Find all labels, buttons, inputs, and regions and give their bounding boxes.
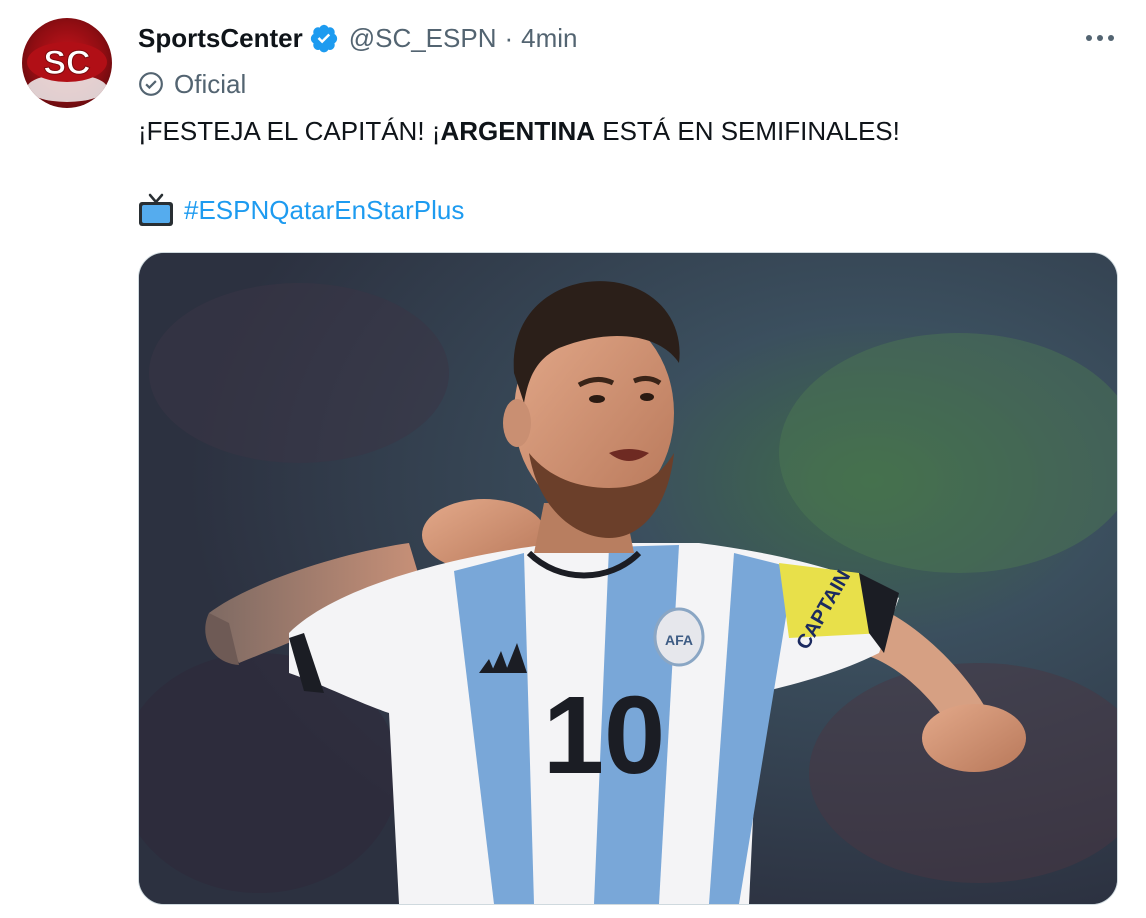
separator-dot: · bbox=[504, 23, 514, 53]
television-icon bbox=[139, 193, 173, 226]
sportscenter-logo: SC bbox=[27, 42, 107, 102]
photo-player-celebrating: CAPTAIN AFA 10 bbox=[139, 253, 1117, 904]
more-dots-icon bbox=[1086, 35, 1114, 41]
tweet-media-photo[interactable]: CAPTAIN AFA 10 bbox=[138, 252, 1118, 905]
svg-text:AFA: AFA bbox=[665, 632, 693, 648]
official-label: Oficial bbox=[174, 68, 247, 99]
author-avatar[interactable]: SC bbox=[22, 18, 112, 108]
author-handle[interactable]: @SC_ESPN bbox=[349, 20, 497, 56]
tweet-text-part1: ¡FESTEJA EL CAPITÁN! ¡ bbox=[138, 116, 441, 146]
tweet-text-bold: ARGENTINA bbox=[440, 116, 595, 146]
tweet-header: SportsCenter @SC_ESPN · 4min bbox=[138, 18, 1146, 58]
tweet-text: ¡FESTEJA EL CAPITÁN! ¡ARGENTINA ESTÁ EN … bbox=[138, 110, 1106, 152]
official-label-row: Oficial bbox=[138, 64, 246, 104]
more-options-button[interactable] bbox=[1082, 22, 1118, 54]
verified-badge-icon bbox=[310, 24, 337, 53]
tweet-text-part2: ESTÁ EN SEMIFINALES! bbox=[595, 116, 900, 146]
tweet-timestamp[interactable]: 4min bbox=[521, 20, 577, 56]
author-name[interactable]: SportsCenter bbox=[138, 20, 303, 56]
svg-text:SC: SC bbox=[43, 44, 90, 82]
hashtag-link[interactable]: #ESPNQatarEnStarPlus bbox=[184, 195, 464, 226]
jersey-number: 10 bbox=[543, 674, 665, 797]
official-check-icon bbox=[139, 72, 163, 96]
hashtag-row: #ESPNQatarEnStarPlus bbox=[138, 188, 464, 232]
